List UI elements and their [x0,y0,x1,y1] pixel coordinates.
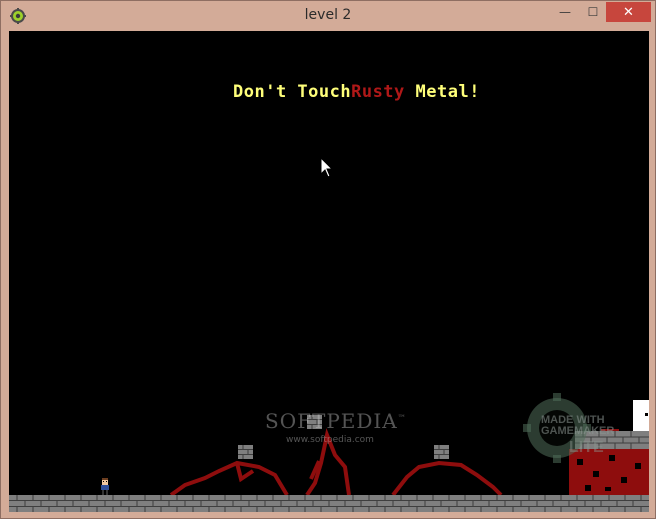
watermark-title: SOFTPEDIA [265,409,398,433]
close-button[interactable]: ✕ [606,2,651,22]
brick-floor [9,495,649,512]
exit-door [633,400,649,431]
metal-block [238,445,253,459]
gamemaker-badge-text: MADE WITH GAMEMAKER [541,415,614,437]
maximize-icon: ☐ [587,5,599,19]
badge-line-3: LITE [569,439,604,456]
minimize-button[interactable]: — [550,2,580,22]
game-window: level 2 — ☐ ✕ Don't TouchRusty Metal! SO… [0,0,656,519]
door-knob-icon [645,413,648,416]
maximize-button[interactable]: ☐ [580,2,606,22]
title-bar[interactable]: level 2 — ☐ ✕ [1,1,655,31]
watermark-trademark: ™ [397,413,407,423]
metal-block [434,445,449,459]
minimize-icon: — [559,5,571,19]
badge-line-2: GAMEMAKER [541,425,615,437]
close-icon: ✕ [623,4,634,20]
player-character [101,478,109,495]
game-canvas[interactable]: Don't TouchRusty Metal! SOFTPEDIA™ www.s… [9,31,649,512]
softpedia-watermark: SOFTPEDIA™ www.softpedia.com [265,409,406,445]
watermark-url: www.softpedia.com [286,435,374,445]
